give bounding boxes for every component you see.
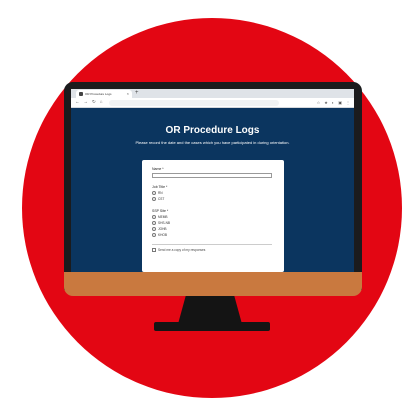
page-subtitle: Please record the date and the cases whi…	[135, 140, 290, 145]
surgery-site-label: SSP Site *	[152, 209, 169, 213]
browser-toolbar: ☆ ★ ◐ ▣ ⋮	[317, 100, 350, 105]
radio-label: RN	[158, 191, 163, 195]
back-icon[interactable]: ←	[75, 100, 80, 105]
home-icon[interactable]: ⌂	[100, 100, 103, 105]
radio-button[interactable]	[152, 197, 156, 201]
monitor-chin	[64, 272, 362, 296]
job-title-label: Job Title *	[152, 185, 168, 189]
radio-option-cst[interactable]: CST	[152, 197, 164, 201]
close-tab-icon[interactable]: ×	[127, 92, 129, 96]
page-title: OR Procedure Logs	[165, 125, 260, 136]
favicon-icon	[79, 92, 83, 96]
radio-label: CST	[158, 197, 165, 201]
radio-option-rn[interactable]: RN	[152, 191, 163, 195]
form-card: Name * Job Title * RN CST SSP Site * MEM…	[142, 160, 284, 272]
radio-option-site-1[interactable]: MEMB	[152, 215, 168, 219]
copy-responses-option[interactable]: Send me a copy of my responses	[152, 248, 205, 252]
radio-label: MEMB	[158, 215, 168, 219]
star-icon[interactable]: ★	[324, 100, 328, 105]
copy-responses-label: Send me a copy of my responses	[158, 248, 206, 252]
browser-screen: OR Procedure Logs × + ← → ↻ ⌂ ☆ ★ ◐ ▣ ⋮ …	[71, 89, 354, 272]
radio-label: SHS-NB	[158, 221, 171, 225]
new-tab-button[interactable]: +	[135, 90, 139, 96]
tab-title: OR Procedure Logs	[85, 92, 112, 96]
radio-button[interactable]	[152, 227, 156, 231]
url-input[interactable]	[108, 99, 279, 106]
radio-option-site-4[interactable]: KHOB	[152, 233, 167, 237]
radio-label: JOHB	[158, 227, 167, 231]
sidebar-icon[interactable]: ▣	[338, 100, 342, 105]
radio-button[interactable]	[152, 221, 156, 225]
address-bar: ← → ↻ ⌂ ☆ ★ ◐ ▣ ⋮	[71, 98, 354, 108]
radio-label: KHOB	[158, 233, 168, 237]
name-label: Name *	[152, 167, 164, 171]
bookmark-icon[interactable]: ☆	[317, 100, 321, 105]
browser-tab-bar: OR Procedure Logs × +	[71, 89, 354, 98]
radio-option-site-2[interactable]: SHS-NB	[152, 221, 170, 225]
radio-button[interactable]	[152, 215, 156, 219]
monitor-stand-neck	[178, 296, 242, 324]
extension-icon[interactable]: ◐	[332, 100, 334, 105]
name-input[interactable]	[152, 173, 272, 178]
monitor-stand-base	[154, 322, 270, 331]
divider	[152, 244, 272, 245]
radio-option-site-3[interactable]: JOHB	[152, 227, 167, 231]
browser-tab[interactable]: OR Procedure Logs ×	[76, 90, 132, 98]
radio-button[interactable]	[152, 191, 156, 195]
reload-icon[interactable]: ↻	[92, 100, 96, 105]
copy-responses-checkbox[interactable]	[152, 248, 156, 252]
menu-icon[interactable]: ⋮	[346, 100, 350, 105]
radio-button[interactable]	[152, 233, 156, 237]
forward-icon[interactable]: →	[84, 100, 89, 105]
